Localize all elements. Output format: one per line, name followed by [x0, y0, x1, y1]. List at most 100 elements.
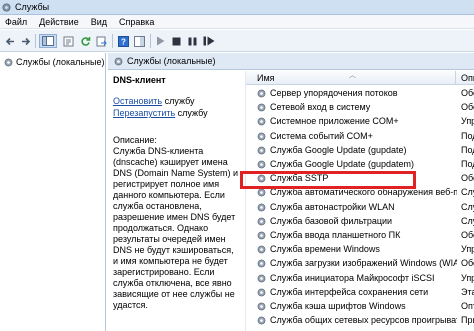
play-icon [156, 36, 164, 46]
service-name-cell: Служба инициатора Майкрософт iSCSI [270, 272, 435, 283]
tree-item-services-local[interactable]: Службы (локальные) [4, 57, 104, 67]
back-button[interactable] [4, 34, 16, 48]
restart-service-link[interactable]: Перезапустить [113, 108, 175, 118]
service-name-cell: Служба базовой фильтрации [270, 215, 393, 226]
table-row[interactable]: Служба инициатора Майкрософт iSCSI Упр [246, 272, 474, 285]
service-name-cell: Служба загрузки изображений Windows (WIA… [270, 258, 457, 269]
service-gear-icon [257, 203, 266, 211]
service-description-cell: Под [461, 144, 474, 155]
service-description-cell: Обе [461, 258, 474, 269]
table-row[interactable]: Сетевой вход в систему Обе [246, 101, 474, 114]
restart-icon [203, 36, 215, 46]
service-gear-icon [257, 89, 266, 98]
help-button[interactable]: ? [116, 34, 130, 48]
service-description-cell: Под [461, 130, 474, 141]
service-gear-icon [257, 217, 266, 226]
service-name-cell: Система событий COM+ [270, 130, 373, 141]
table-row[interactable]: Служба интерфейса сохранения сети Эта [246, 286, 474, 299]
restart-service-button[interactable] [202, 34, 216, 48]
service-description-cell: Под [461, 159, 474, 169]
stop-service-button[interactable] [170, 34, 182, 48]
title-bar: Службы [0, 0, 474, 15]
table-row[interactable]: Служба общих сетевых ресурсов проигрыват… [246, 314, 474, 327]
service-gear-icon [257, 146, 266, 155]
forward-arrow-icon [21, 37, 30, 45]
gear-icon [114, 57, 123, 65]
gear-icon [4, 58, 13, 66]
column-header-name[interactable]: ︿ Имя [246, 71, 456, 85]
restart-service-suffix: службу [175, 108, 208, 118]
service-gear-icon [257, 245, 266, 254]
show-hide-pane-button[interactable] [132, 34, 146, 48]
service-description-cell: Служ [461, 215, 474, 226]
menu-help[interactable]: Справка [113, 15, 160, 29]
pause-icon [188, 37, 196, 45]
refresh-icon [80, 36, 90, 46]
service-name-cell: Служба Google Update (gupdate) [270, 144, 407, 155]
description-label: Описание: [113, 135, 157, 145]
service-description-cell: При [461, 315, 474, 326]
table-row[interactable]: Система событий COM+ Под [246, 130, 474, 143]
highlight-annotation-box [240, 171, 416, 189]
start-service-button[interactable] [154, 34, 166, 48]
service-name-cell: Служба интерфейса сохранения сети [270, 286, 429, 297]
service-name-cell: Служба Google Update (gupdatem) [270, 159, 414, 169]
menu-file[interactable]: Файл [0, 15, 33, 29]
service-description-cell: Обе [461, 173, 474, 184]
service-gear-icon [257, 302, 266, 311]
service-name-cell: Служба общих сетевых ресурсов проигрыват… [270, 315, 457, 326]
export-list-icon [96, 36, 107, 46]
service-gear-icon [257, 274, 266, 282]
table-row[interactable]: Системное приложение COM+ Упр [246, 115, 474, 128]
table-row[interactable]: Служба загрузки изображений Windows (WIA… [246, 257, 474, 270]
toolbar-separator [112, 34, 113, 48]
service-gear-icon [257, 117, 266, 126]
column-header-name-label: Имя [257, 73, 275, 83]
column-header-description[interactable]: Опис [458, 71, 474, 85]
pause-service-button[interactable] [186, 34, 198, 48]
stop-service-suffix: службу [162, 96, 195, 106]
service-gear-icon [257, 188, 266, 197]
table-row[interactable]: Служба Google Update (gupdate) Под [246, 144, 474, 157]
service-name-cell: Служба ввода планшетного ПК [270, 230, 401, 240]
service-name-cell: Системное приложение COM+ [270, 116, 399, 127]
console-tree-button[interactable] [39, 34, 57, 48]
console-tree-icon [42, 36, 54, 46]
services-list: ︿ Имя Опис Сервер упорядочения потоков Об… [245, 71, 474, 331]
services-pane-title: Службы (локальные) [127, 56, 216, 66]
table-row[interactable]: Служба автонастройки WLAN Служ [246, 201, 474, 214]
refresh-button[interactable] [78, 34, 92, 48]
menu-view[interactable]: Вид [85, 15, 113, 29]
stop-service-link[interactable]: Остановить [113, 96, 162, 106]
window-title: Службы [15, 2, 50, 12]
services-pane-header: Службы (локальные) [108, 53, 474, 70]
svg-text:?: ? [121, 37, 126, 46]
menu-action[interactable]: Действие [33, 15, 85, 29]
service-name-cell: Сервер упорядочения потоков [270, 88, 398, 98]
service-gear-icon [257, 259, 266, 268]
toolbar: ? [0, 30, 474, 52]
sort-ascending-icon: ︿ [349, 72, 356, 79]
table-row[interactable]: Сервер упорядочения потоков Обе [246, 87, 474, 100]
stop-icon [172, 37, 180, 45]
service-description-cell: Обе [461, 102, 474, 113]
export-list-button[interactable] [94, 34, 108, 48]
service-gear-icon [257, 231, 266, 240]
table-row[interactable]: Служба Google Update (gupdatem) Под [246, 158, 474, 171]
pane-icon [133, 35, 145, 47]
restart-service-action: Перезапустить службу [113, 108, 208, 118]
console-tree-pane: Службы (локальные) [0, 53, 106, 331]
description-text: Служба DNS-клиента (dnscache) кэширует и… [113, 146, 239, 310]
back-arrow-icon [5, 37, 14, 45]
service-description-cell: Упр [461, 116, 474, 127]
table-row[interactable]: Служба базовой фильтрации Служ [246, 215, 474, 228]
service-name-cell: Служба автонастройки WLAN [270, 201, 395, 212]
table-row[interactable]: Служба времени Windows Упр [246, 243, 474, 256]
menu-bar: Файл Действие Вид Справка [0, 15, 474, 29]
table-row[interactable]: Служба кэша шрифтов Windows Опт [246, 300, 474, 313]
table-row[interactable]: Служба ввода планшетного ПК Обе [246, 229, 474, 242]
forward-button[interactable] [19, 34, 31, 48]
service-description-cell: Обе [461, 88, 474, 98]
properties-button[interactable] [61, 34, 75, 48]
help-icon: ? [117, 35, 129, 47]
